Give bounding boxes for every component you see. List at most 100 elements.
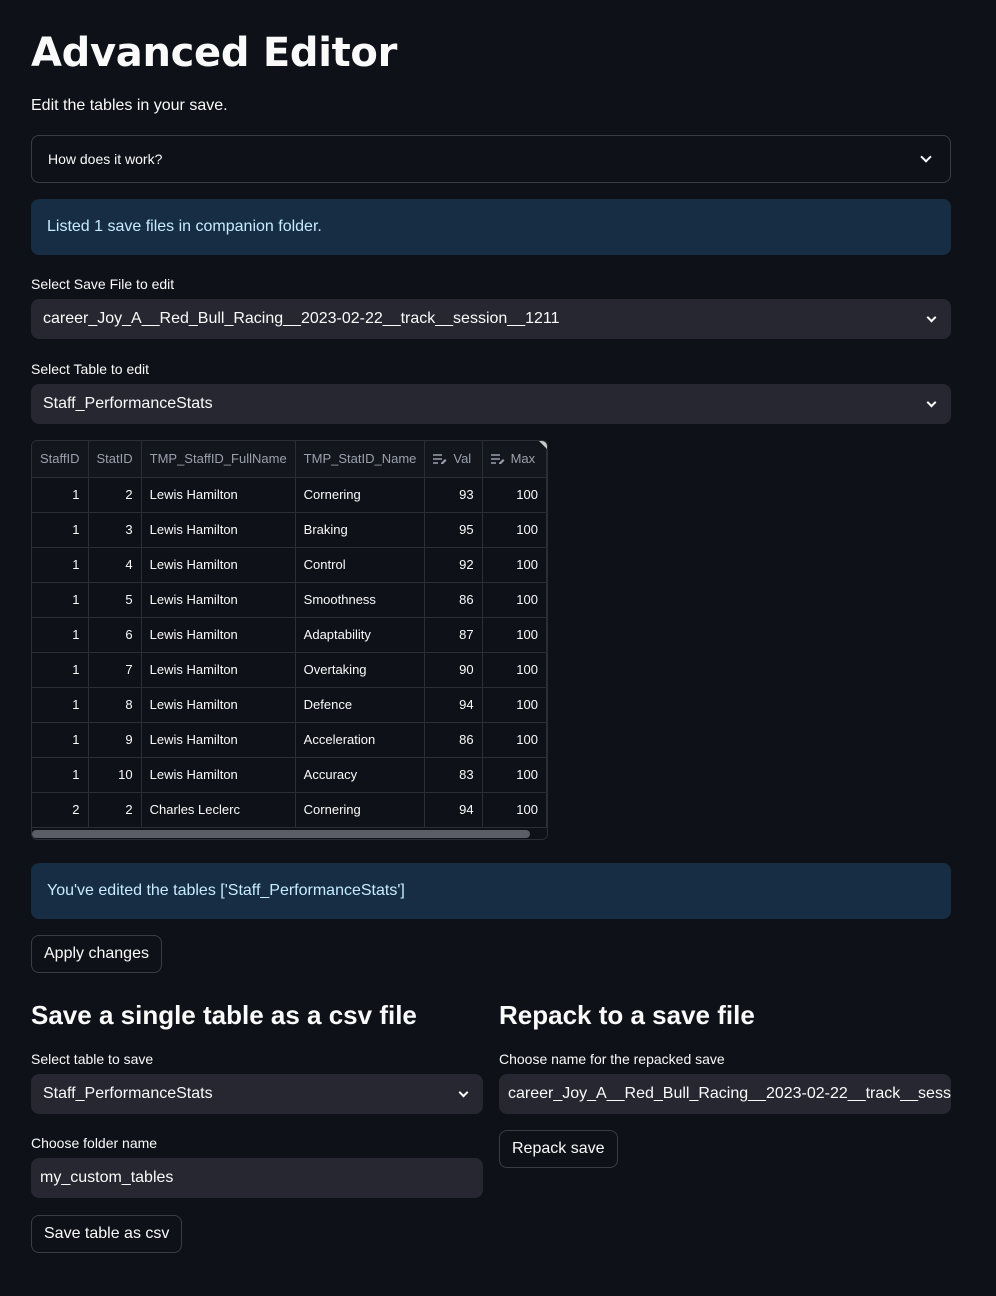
- table-row: 1 7 Lewis Hamilton Overtaking 90 100: [32, 652, 547, 688]
- cell-fullname[interactable]: Lewis Hamilton: [141, 757, 296, 793]
- cell-statname[interactable]: Braking: [295, 512, 426, 548]
- cell-max[interactable]: 100: [482, 722, 547, 758]
- cell-statid[interactable]: 2: [88, 792, 142, 828]
- cell-fullname[interactable]: Charles Leclerc: [141, 792, 296, 828]
- edit-column-icon: [490, 454, 505, 465]
- cell-statid[interactable]: 5: [88, 582, 142, 618]
- cell-statname[interactable]: Accuracy: [295, 757, 426, 793]
- cell-statname[interactable]: Adaptability: [295, 617, 426, 653]
- cell-val[interactable]: 90: [424, 652, 483, 688]
- cell-statname[interactable]: Acceleration: [295, 722, 426, 758]
- save-file-select-value: career_Joy_A__Red_Bull_Racing__2023-02-2…: [43, 310, 560, 327]
- apply-changes-button[interactable]: Apply changes: [31, 935, 162, 973]
- cell-statname[interactable]: Cornering: [295, 477, 426, 513]
- csv-table-select[interactable]: Staff_PerformanceStats: [31, 1074, 483, 1114]
- cell-statname[interactable]: Defence: [295, 687, 426, 723]
- cell-staffid[interactable]: 2: [32, 792, 89, 828]
- cell-max[interactable]: 100: [482, 582, 547, 618]
- repack-save-button[interactable]: Repack save: [499, 1130, 618, 1168]
- cell-staffid[interactable]: 1: [32, 722, 89, 758]
- repack-name-label: Choose name for the repacked save: [499, 1051, 725, 1067]
- repack-name-input[interactable]: career_Joy_A__Red_Bull_Racing__2023-02-2…: [499, 1074, 951, 1114]
- cell-statid[interactable]: 9: [88, 722, 142, 758]
- cell-staffid[interactable]: 1: [32, 582, 89, 618]
- cell-statid[interactable]: 10: [88, 757, 142, 793]
- cell-max[interactable]: 100: [482, 512, 547, 548]
- cell-val[interactable]: 95: [424, 512, 483, 548]
- table-select[interactable]: Staff_PerformanceStats: [31, 384, 951, 424]
- cell-statid[interactable]: 2: [88, 477, 142, 513]
- cell-val[interactable]: 94: [424, 792, 483, 828]
- column-header-staffid[interactable]: StaffID: [32, 441, 89, 478]
- cell-fullname[interactable]: Lewis Hamilton: [141, 617, 296, 653]
- cell-max[interactable]: 100: [482, 547, 547, 583]
- cell-statname[interactable]: Control: [295, 547, 426, 583]
- data-editor-grid[interactable]: StaffID StatID TMP_StaffID_FullName TMP_…: [31, 440, 548, 840]
- table-body: 1 2 Lewis Hamilton Cornering 93 100 1 3 Lewis Ha…: [32, 477, 547, 828]
- table-header-row: StaffID StatID TMP_StaffID_FullName TMP_…: [32, 441, 547, 478]
- column-header-fullname[interactable]: TMP_StaffID_FullName: [141, 441, 296, 478]
- cell-statname[interactable]: Cornering: [295, 792, 426, 828]
- cell-val[interactable]: 94: [424, 687, 483, 723]
- cell-staffid[interactable]: 1: [32, 687, 89, 723]
- cell-fullname[interactable]: Lewis Hamilton: [141, 477, 296, 513]
- cell-fullname[interactable]: Lewis Hamilton: [141, 722, 296, 758]
- table-row: 1 4 Lewis Hamilton Control 92 100: [32, 547, 547, 583]
- cell-statid[interactable]: 3: [88, 512, 142, 548]
- column-header-max[interactable]: Max: [482, 441, 547, 478]
- cell-max[interactable]: 100: [482, 687, 547, 723]
- cell-val[interactable]: 92: [424, 547, 483, 583]
- info-edited-text: You've edited the tables ['Staff_Perform…: [47, 882, 405, 899]
- how-it-works-expander[interactable]: How does it work?: [31, 135, 951, 183]
- cell-max[interactable]: 100: [482, 757, 547, 793]
- cell-val[interactable]: 87: [424, 617, 483, 653]
- chevron-down-icon: [926, 312, 937, 322]
- column-header-statid[interactable]: StatID: [88, 441, 142, 478]
- save-file-select-label: Select Save File to edit: [31, 276, 175, 292]
- cell-statid[interactable]: 4: [88, 547, 142, 583]
- cell-statname[interactable]: Smoothness: [295, 582, 426, 618]
- cell-val[interactable]: 83: [424, 757, 483, 793]
- horizontal-scrollbar[interactable]: [32, 830, 530, 838]
- cell-max[interactable]: 100: [482, 477, 547, 513]
- cell-staffid[interactable]: 1: [32, 617, 89, 653]
- edit-column-icon: [433, 454, 447, 465]
- folder-name-label: Choose folder name: [31, 1135, 158, 1151]
- cell-val[interactable]: 93: [424, 477, 483, 513]
- cell-statid[interactable]: 7: [88, 652, 142, 688]
- cell-max[interactable]: 100: [482, 652, 547, 688]
- cell-staffid[interactable]: 1: [32, 652, 89, 688]
- cell-staffid[interactable]: 1: [32, 757, 89, 793]
- column-header-statname[interactable]: TMP_StatID_Name: [295, 441, 426, 478]
- cell-max[interactable]: 100: [482, 617, 547, 653]
- csv-table-select-label: Select table to save: [31, 1051, 154, 1067]
- chevron-down-icon: [926, 397, 937, 407]
- repack-name-value: career_Joy_A__Red_Bull_Racing__2023-02-2…: [508, 1085, 951, 1102]
- cell-staffid[interactable]: 1: [32, 547, 89, 583]
- cell-fullname[interactable]: Lewis Hamilton: [141, 687, 296, 723]
- cell-statname[interactable]: Overtaking: [295, 652, 426, 688]
- expander-label: How does it work?: [48, 151, 163, 167]
- cell-val[interactable]: 86: [424, 722, 483, 758]
- cell-max[interactable]: 100: [482, 792, 547, 828]
- save-csv-button[interactable]: Save table as csv: [31, 1215, 183, 1253]
- cell-fullname[interactable]: Lewis Hamilton: [141, 652, 296, 688]
- cell-staffid[interactable]: 1: [32, 477, 89, 513]
- cell-statid[interactable]: 6: [88, 617, 142, 653]
- cell-statid[interactable]: 8: [88, 687, 142, 723]
- cell-val[interactable]: 86: [424, 582, 483, 618]
- cell-staffid[interactable]: 1: [32, 512, 89, 548]
- folder-name-input[interactable]: my_custom_tables: [31, 1158, 483, 1198]
- save-file-select[interactable]: career_Joy_A__Red_Bull_Racing__2023-02-2…: [31, 299, 951, 339]
- chevron-down-icon: [458, 1087, 469, 1097]
- csv-section-heading: Save a single table as a csv file: [31, 1000, 417, 1030]
- table-row: 1 6 Lewis Hamilton Adaptability 87 100: [32, 617, 547, 653]
- cell-fullname[interactable]: Lewis Hamilton: [141, 512, 296, 548]
- column-header-val[interactable]: Val: [424, 441, 483, 478]
- cell-fullname[interactable]: Lewis Hamilton: [141, 547, 296, 583]
- resize-corner-icon[interactable]: [539, 441, 547, 449]
- cell-fullname[interactable]: Lewis Hamilton: [141, 582, 296, 618]
- table-row: 1 10 Lewis Hamilton Accuracy 83 100: [32, 757, 547, 793]
- table-row: 1 2 Lewis Hamilton Cornering 93 100: [32, 477, 547, 513]
- table-row: 1 8 Lewis Hamilton Defence 94 100: [32, 687, 547, 723]
